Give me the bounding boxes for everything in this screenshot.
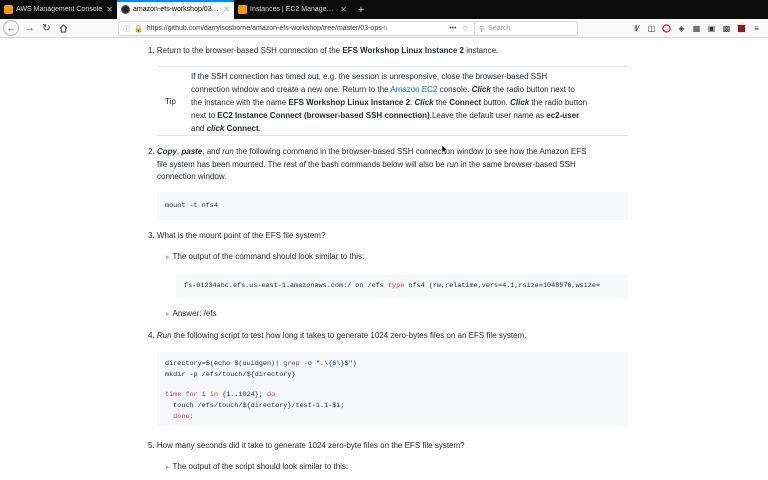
home-button[interactable]: [55, 20, 72, 37]
amazon-ec2-link[interactable]: Amazon EC2: [390, 85, 437, 94]
container-icon[interactable]: ▩: [719, 21, 734, 36]
home-icon: [59, 23, 68, 33]
back-button[interactable]: ←: [3, 20, 19, 36]
forward-button[interactable]: →: [21, 20, 38, 37]
code-block-mount-output[interactable]: fs-01234abc.efs.us-east-1.amazonaws.com:…: [176, 274, 628, 298]
menu-icon[interactable]: ≡: [749, 21, 764, 36]
new-tab-button[interactable]: +: [351, 0, 371, 19]
extension-box-icon[interactable]: ▦: [689, 21, 704, 36]
search-icon: ⚲: [479, 25, 485, 33]
library-icon[interactable]: ‖⁄: [629, 21, 644, 36]
code-block-touch-script[interactable]: directory=$(echo $(uuidgen)| grep -o ".\…: [157, 352, 628, 426]
tip-box: Tip If the SSH connection has timed out,…: [157, 66, 628, 136]
pocket-icon[interactable]: ♡: [462, 25, 468, 33]
tip-label: Tip: [165, 97, 176, 106]
close-icon[interactable]: ✕: [223, 5, 230, 14]
address-bar[interactable]: ⓘ 🔒 https://github.com/darrylsosborne/am…: [118, 21, 486, 36]
tab-bar: AWS Management Console ✕ amazon-efs-work…: [0, 0, 768, 19]
page-actions-icon[interactable]: •••: [449, 25, 456, 32]
sidebar-icon[interactable]: ◫: [644, 21, 659, 36]
answer-hint-output[interactable]: ▸ The output of the command should look s…: [166, 252, 364, 261]
shield-icon[interactable]: ◈: [674, 21, 689, 36]
reload-button[interactable]: ↻: [38, 20, 55, 37]
code-block-mount[interactable]: mount -t nfs4: [157, 192, 628, 220]
code-line: touch /efs/touch/${directory}/test-1.1-$…: [165, 402, 345, 410]
tip-body: If the SSH connection has timed out, e.g…: [191, 72, 588, 133]
step-4: 4. Run the following script to test how …: [148, 331, 527, 340]
tab-aws-console[interactable]: AWS Management Console ✕: [0, 0, 117, 19]
code-line: done;: [165, 413, 194, 421]
tab-title: Instances | EC2 Management C: [250, 6, 337, 13]
reload-icon: ↻: [42, 22, 51, 34]
step-3: 3. What is the mount point of the EFS fi…: [148, 231, 326, 240]
screenshot-icon[interactable]: ▣: [704, 21, 719, 36]
code-line: mkdir -p /efs/touch/${directory}: [165, 371, 296, 379]
extension-circle-icon[interactable]: [659, 21, 674, 36]
disclosure-triangle-icon: ▸: [166, 464, 170, 471]
answer-mount-point[interactable]: ▸ Answer: /efs: [166, 309, 217, 318]
step-5: 5. How many seconds did it take to gener…: [148, 441, 465, 450]
toolbar-extensions: ‖⁄ ◫ ◈ ▦ ▣ ▩ ≡: [629, 21, 764, 36]
arrow-right-icon: →: [24, 22, 35, 34]
tab-title: AWS Management Console: [16, 6, 103, 13]
navigation-toolbar: ← → ↻ ⓘ 🔒 https://github.com/darrylsosbo…: [0, 19, 768, 38]
tab-github-efs-workshop[interactable]: amazon-efs-workshop/03-ops- ✕: [117, 0, 234, 19]
search-input[interactable]: Search: [488, 25, 510, 32]
step-1: 1. Return to the browser-based SSH conne…: [148, 46, 499, 55]
close-icon[interactable]: ✕: [106, 5, 113, 14]
answer-hint-script-output[interactable]: ▸ The output of the script should look si…: [166, 462, 348, 471]
github-logo-icon: [121, 5, 130, 14]
aws-logo-icon: [4, 5, 13, 14]
extension-red-icon[interactable]: [734, 21, 749, 36]
url-text[interactable]: https://github.com/darrylsosborne/amazon…: [147, 25, 443, 32]
tab-ec2-instances[interactable]: Instances | EC2 Management C ✕: [234, 0, 351, 19]
code-line: fs-01234abc.efs.us-east-1.amazonaws.com:…: [184, 282, 601, 290]
tab-title: amazon-efs-workshop/03-ops-: [133, 6, 221, 13]
code-line: time for i in {1..1024}; do: [165, 391, 276, 399]
mouse-cursor-icon: [442, 145, 448, 155]
arrow-left-icon: ←: [6, 23, 16, 33]
close-icon[interactable]: ✕: [340, 5, 347, 14]
lock-icon[interactable]: 🔒: [134, 25, 143, 33]
aws-logo-icon: [238, 5, 247, 14]
page-content: 1. Return to the browser-based SSH conne…: [0, 39, 768, 480]
info-icon[interactable]: ⓘ: [123, 24, 130, 34]
disclosure-triangle-icon: ▸: [166, 254, 170, 261]
search-bar[interactable]: ⚲ Search: [474, 21, 578, 36]
code-line: mount -t nfs4: [165, 202, 219, 210]
code-line: directory=$(echo $(uuidgen)| grep -o ".\…: [165, 360, 357, 368]
disclosure-triangle-icon: ▸: [166, 311, 170, 318]
step-2: 2. Copy, paste, and run the following co…: [148, 147, 587, 181]
